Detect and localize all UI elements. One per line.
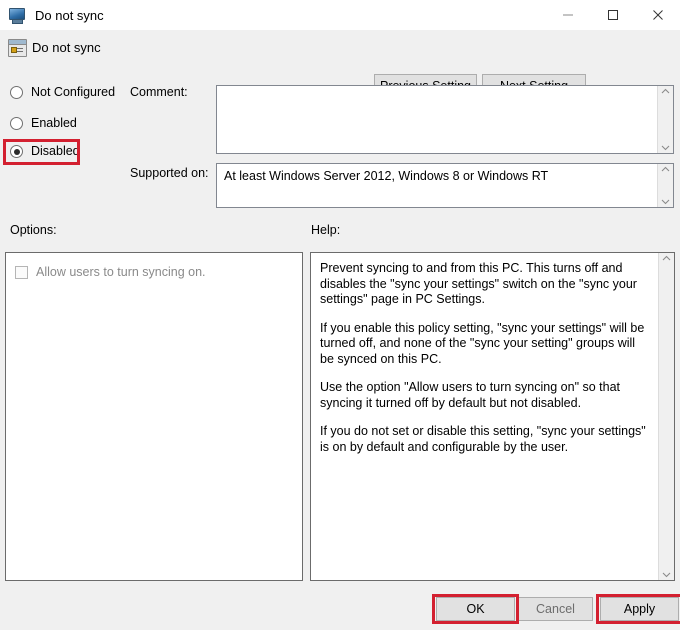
radio-label: Disabled: [31, 144, 80, 159]
window-controls: [545, 0, 680, 30]
supported-on-scrollbar[interactable]: [657, 164, 673, 207]
help-paragraph: If you do not set or disable this settin…: [320, 424, 646, 454]
radio-button-icon: [10, 86, 23, 99]
help-label: Help:: [311, 223, 341, 237]
scroll-up-icon[interactable]: [661, 166, 670, 172]
window-title: Do not sync: [35, 7, 104, 23]
help-scrollbar[interactable]: [658, 253, 674, 580]
help-panel: Prevent syncing to and from this PC. Thi…: [310, 252, 675, 581]
policy-setting-icon: [8, 39, 27, 57]
radio-label: Not Configured: [31, 85, 116, 100]
allow-users-checkbox-label: Allow users to turn syncing on.: [36, 265, 206, 279]
computer-monitor-icon: [8, 6, 26, 24]
comment-label: Comment:: [130, 85, 188, 99]
options-panel-body: Allow users to turn syncing on.: [6, 253, 302, 580]
apply-button[interactable]: Apply: [600, 597, 679, 621]
allow-users-checkbox-row[interactable]: Allow users to turn syncing on.: [15, 265, 293, 279]
radio-button-icon: [10, 117, 23, 130]
policy-name: Do not sync: [32, 40, 101, 55]
cancel-button[interactable]: Cancel: [518, 597, 593, 621]
maximize-icon[interactable]: [590, 0, 635, 30]
supported-on-label: Supported on:: [130, 166, 209, 180]
radio-disabled[interactable]: Disabled: [10, 145, 80, 158]
help-paragraph: Use the option "Allow users to turn sync…: [320, 380, 621, 410]
comment-scrollbar[interactable]: [657, 86, 673, 153]
scroll-up-icon[interactable]: [661, 88, 670, 94]
radio-enabled[interactable]: Enabled: [10, 117, 77, 130]
scroll-down-icon[interactable]: [662, 572, 671, 578]
radio-not-configured[interactable]: Not Configured: [10, 86, 115, 99]
help-paragraph: If you enable this policy setting, "sync…: [320, 320, 645, 366]
comment-value[interactable]: [217, 86, 657, 153]
scroll-down-icon[interactable]: [661, 145, 670, 151]
comment-input[interactable]: [216, 85, 674, 154]
checkbox-icon[interactable]: [15, 265, 28, 279]
title-bar: Do not sync: [0, 0, 680, 30]
supported-on-input[interactable]: At least Windows Server 2012, Windows 8 …: [216, 163, 674, 208]
radio-label: Enabled: [31, 116, 77, 131]
help-paragraph: Prevent syncing to and from this PC. Thi…: [320, 261, 637, 306]
close-icon[interactable]: [635, 0, 680, 30]
radio-button-selected-icon: [10, 145, 23, 158]
options-label: Options:: [10, 223, 57, 237]
minimize-icon[interactable]: [545, 0, 590, 30]
scroll-down-icon[interactable]: [661, 199, 670, 205]
scroll-up-icon[interactable]: [662, 255, 671, 261]
header-bar: Do not sync Previous Setting Next Settin…: [0, 30, 680, 98]
help-panel-body: Prevent syncing to and from this PC. Thi…: [311, 253, 658, 580]
supported-on-value: At least Windows Server 2012, Windows 8 …: [224, 169, 549, 183]
options-panel: Allow users to turn syncing on.: [5, 252, 303, 581]
ok-button[interactable]: OK: [436, 597, 515, 621]
